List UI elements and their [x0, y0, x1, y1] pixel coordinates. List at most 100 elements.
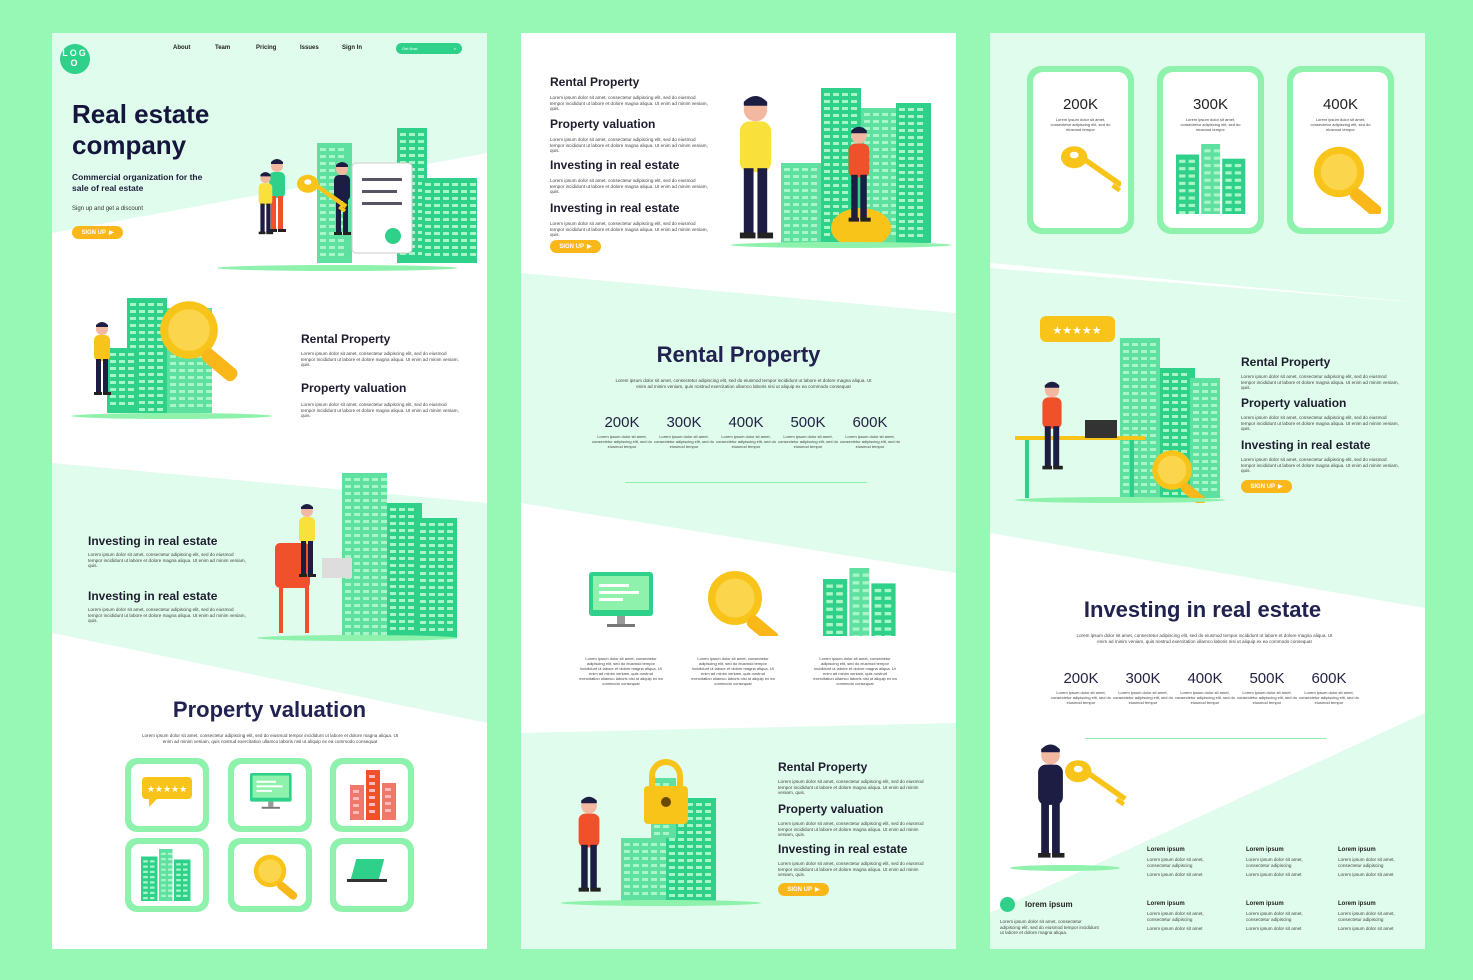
tile-inner	[336, 764, 408, 826]
icon-desc: Lorem ipsum dolor sit amet, consectetur …	[691, 656, 775, 686]
footer-link[interactable]: Lorem ipsum dolor sit amet	[1338, 926, 1418, 932]
logo[interactable]: LOGO	[60, 44, 90, 74]
bottom-feature-heading: Property valuation	[778, 802, 884, 816]
price-desc: Lorem ipsum dolor sit amet, consectetur …	[1050, 117, 1111, 132]
icon-tile[interactable]	[228, 758, 312, 832]
feature-heading: Rental Property	[550, 75, 640, 89]
stat-value: 600K	[852, 414, 888, 431]
investing-illustration	[257, 473, 462, 643]
footer-column: Lorem ipsum Lorem ipsum dolor sit amet, c…	[1246, 847, 1326, 878]
bottom-feature-heading: Rental Property	[778, 760, 868, 774]
footer-column-title[interactable]: Lorem ipsum	[1338, 847, 1418, 853]
hero-subtitle: Commercial organization for the sale of …	[72, 172, 203, 193]
rental-illustration	[67, 288, 277, 423]
footer-link[interactable]: Lorem ipsum dolor sit amet, consectetur …	[1147, 911, 1227, 922]
footer-link[interactable]: Lorem ipsum dolor sit amet, consectetur …	[1246, 911, 1326, 922]
footer-column-title[interactable]: Lorem ipsum	[1147, 847, 1227, 853]
footer-brand-text: Lorem ipsum dolor sit amet, consectetur …	[1000, 919, 1099, 936]
laptop-icon	[342, 845, 402, 906]
signup-button[interactable]: SIGN UP ▶	[1241, 480, 1292, 493]
footer-link[interactable]: Lorem ipsum dolor sit amet	[1338, 872, 1418, 878]
valuation-heading: Property valuation	[301, 381, 407, 395]
rating-stars-icon: ★★★★★	[137, 765, 197, 826]
play-icon: ▶	[815, 887, 820, 893]
nav-link-pricing[interactable]: Pricing	[256, 45, 276, 51]
nav-link-team[interactable]: Team	[215, 45, 230, 51]
footer-column-title[interactable]: Lorem ipsum	[1246, 847, 1326, 853]
footer-logo-icon	[1000, 897, 1015, 912]
bottom-feature-text: Lorem ipsum dolor sit amet, consectetur …	[778, 861, 924, 878]
stat-item: 300K Lorem ipsum dolor sit amet, consecte…	[1112, 670, 1174, 705]
icon-tile[interactable]	[330, 758, 414, 832]
buildings-icon	[1163, 144, 1258, 219]
tile-inner	[234, 844, 306, 906]
price-card[interactable]: 400K Lorem ipsum dolor sit amet, consecte…	[1287, 66, 1394, 234]
search-pill[interactable]: Get Now ⌕	[396, 43, 462, 54]
stat-item: 300K Lorem ipsum dolor sit amet, consecte…	[653, 414, 715, 449]
footer-column-title[interactable]: Lorem ipsum	[1338, 901, 1418, 907]
price-card-inner: 400K Lorem ipsum dolor sit amet, consecte…	[1293, 72, 1388, 228]
footer-link[interactable]: Lorem ipsum dolor sit amet	[1246, 872, 1326, 878]
stat-item: 600K Lorem ipsum dolor sit amet, consecte…	[1298, 670, 1360, 705]
footer-link[interactable]: Lorem ipsum dolor sit amet	[1147, 872, 1227, 878]
signup-label: SIGN UP	[787, 886, 813, 893]
stat-value: 200K	[1063, 670, 1099, 687]
hero-title-line2: company	[72, 130, 187, 160]
feature-text: Lorem ipsum dolor sit amet, consectetur …	[550, 137, 708, 154]
signup-label: SIGN UP	[559, 243, 585, 250]
stat-item: 500K Lorem ipsum dolor sit amet, consecte…	[1236, 670, 1298, 705]
key-man-illustration	[1005, 738, 1135, 873]
footer-column-title[interactable]: Lorem ipsum	[1147, 901, 1227, 907]
tile-inner: ★★★★★	[131, 764, 203, 826]
footer-link[interactable]: Lorem ipsum dolor sit amet, consectetur …	[1246, 857, 1326, 868]
signup-label: SIGN UP	[1250, 483, 1276, 490]
price-card[interactable]: 200K Lorem ipsum dolor sit amet, consecte…	[1027, 66, 1134, 234]
footer-link[interactable]: Lorem ipsum dolor sit amet, consectetur …	[1338, 911, 1418, 922]
monitor-icon	[240, 765, 300, 826]
tile-inner	[336, 844, 408, 906]
bottom-signup-button[interactable]: SIGN UP ▶	[778, 883, 829, 896]
nav-link-issues[interactable]: Issues	[300, 45, 319, 51]
price-card-inner: 200K Lorem ipsum dolor sit amet, consecte…	[1033, 72, 1128, 228]
svg-text:★★★★★: ★★★★★	[1052, 325, 1101, 337]
footer-link[interactable]: Lorem ipsum dolor sit amet	[1246, 926, 1326, 932]
footer-link[interactable]: Lorem ipsum dolor sit amet	[1147, 926, 1227, 932]
signup-button[interactable]: SIGN UP ▶	[72, 226, 123, 239]
hero-illustration	[207, 118, 482, 273]
landing-page-panel-1: LOGO About Team Pricing Issues Sign In Get Now…	[52, 33, 487, 949]
stat-item: 600K Lorem ipsum dolor sit amet, consecte…	[839, 414, 901, 449]
footer-link[interactable]: Lorem ipsum dolor sit amet, consectetur …	[1147, 857, 1227, 868]
price-card[interactable]: 300K Lorem ipsum dolor sit amet, consecte…	[1157, 66, 1264, 234]
icon-desc: Lorem ipsum dolor sit amet, consectetur …	[813, 656, 897, 686]
stat-desc: Lorem ipsum dolor sit amet, consectetur …	[715, 434, 777, 449]
icon-tile[interactable]	[228, 838, 312, 912]
icon-tile[interactable]: ★★★★★	[125, 758, 209, 832]
signup-label: SIGN UP	[81, 229, 107, 236]
stat-item: 400K Lorem ipsum dolor sit amet, consecte…	[715, 414, 777, 449]
magnifier-icon	[693, 568, 781, 646]
feature-heading: Property valuation	[1241, 396, 1347, 410]
nav-link-sign-in[interactable]: Sign In	[342, 45, 362, 51]
footer-link[interactable]: Lorem ipsum dolor sit amet, consectetur …	[1338, 857, 1418, 868]
stat-value: 300K	[666, 414, 702, 431]
valuation-center-text: Lorem ipsum dolor sit amet, consectetur …	[141, 733, 399, 744]
icon-tile[interactable]	[125, 838, 209, 912]
price-card-inner: 300K Lorem ipsum dolor sit amet, consecte…	[1163, 72, 1258, 228]
stat-value: 500K	[1249, 670, 1285, 687]
feature-text: Lorem ipsum dolor sit amet, consectetur …	[1241, 374, 1399, 391]
price-desc: Lorem ipsum dolor sit amet, consectetur …	[1310, 117, 1371, 132]
feature-heading: Rental Property	[1241, 355, 1331, 369]
stat-desc: Lorem ipsum dolor sit amet, consectetur …	[1236, 690, 1298, 705]
stat-value: 600K	[1311, 670, 1347, 687]
rental-text: Lorem ipsum dolor sit amet, consectetur …	[301, 351, 459, 368]
nav-link-about[interactable]: About	[173, 45, 190, 51]
footer-column-title[interactable]: Lorem ipsum	[1246, 901, 1326, 907]
footer-column: Lorem ipsum Lorem ipsum dolor sit amet, c…	[1338, 901, 1418, 932]
office-illustration: ★★★★★	[1010, 308, 1225, 506]
rental-heading: Rental Property	[301, 332, 391, 346]
icon-tile[interactable]	[330, 838, 414, 912]
investing-text-1: Lorem ipsum dolor sit amet, consectetur …	[88, 552, 246, 569]
stat-desc: Lorem ipsum dolor sit amet, consectetur …	[777, 434, 839, 449]
signup-button[interactable]: SIGN UP ▶	[550, 240, 601, 253]
footer-column: Lorem ipsum Lorem ipsum dolor sit amet, c…	[1246, 901, 1326, 932]
